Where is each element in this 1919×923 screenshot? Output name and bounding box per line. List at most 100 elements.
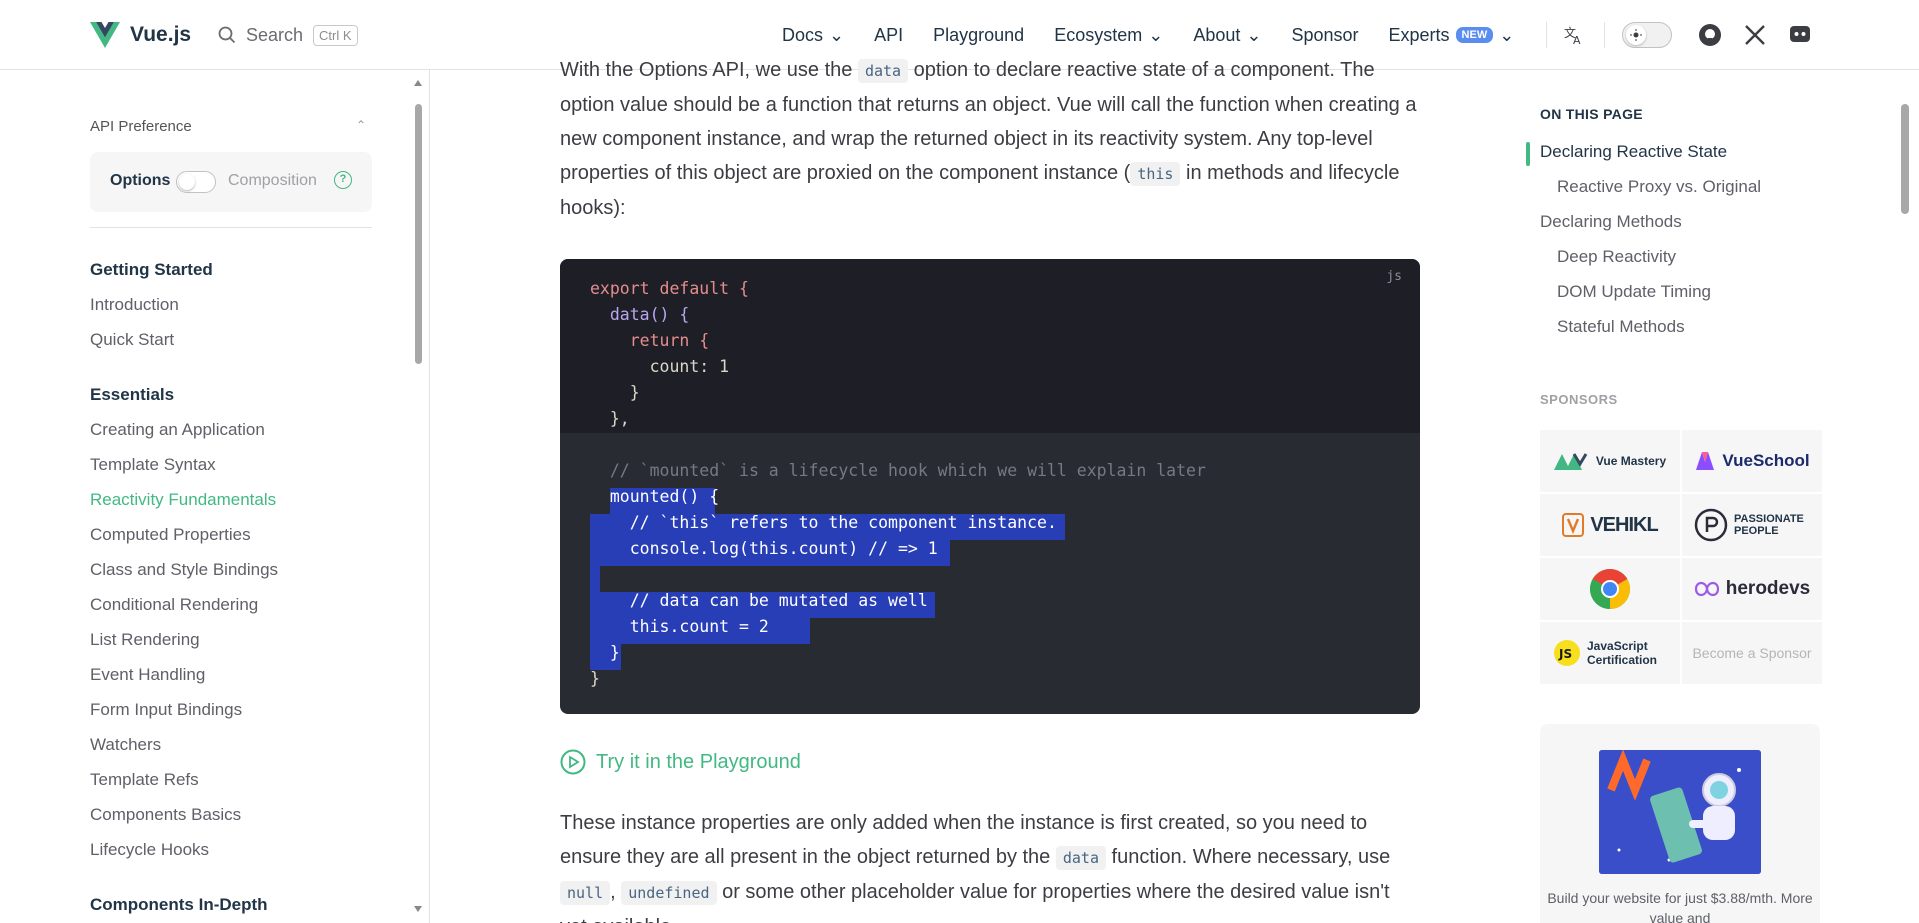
sidebar-item-template-syntax[interactable]: Template Syntax: [90, 455, 216, 475]
search-label: Search: [246, 24, 304, 45]
sidebar-item-components-basics[interactable]: Components Basics: [90, 805, 241, 825]
x-link[interactable]: [1742, 22, 1768, 48]
translate-button[interactable]: 文A: [1561, 22, 1587, 48]
scrollbar-thumb[interactable]: [1901, 104, 1909, 214]
nav-experts[interactable]: Experts NEW ⌄: [1389, 25, 1515, 46]
page-scrollbar[interactable]: [1897, 70, 1913, 923]
ad-image[interactable]: [1599, 750, 1761, 874]
sponsor-passionate-people[interactable]: PASSIONATE PEOPLE: [1682, 494, 1822, 556]
options-label[interactable]: Options: [110, 172, 170, 190]
intro-text-1: With the Options API, we use the: [560, 59, 858, 81]
sidebar-item-conditional-rendering[interactable]: Conditional Rendering: [90, 595, 258, 615]
nav-docs-label: Docs: [782, 24, 824, 45]
sidebar-item-lifecycle-hooks[interactable]: Lifecycle Hooks: [90, 840, 209, 860]
scroll-up-icon[interactable]: [413, 78, 423, 88]
api-preference-switch: Options Composition ?: [90, 152, 372, 212]
sidebar-item-list-rendering[interactable]: List Rendering: [90, 630, 200, 650]
outline-item-deep-reactivity[interactable]: Deep Reactivity: [1557, 247, 1676, 267]
outline-item-declaring-methods[interactable]: Declaring Methods: [1540, 212, 1682, 232]
sidebar: API Preference ⌃ Options Composition ? G…: [0, 70, 430, 923]
nav-api[interactable]: API: [874, 25, 903, 46]
sidebar-item-computed-properties[interactable]: Computed Properties: [90, 525, 251, 545]
sidebar-item-form-input-bindings[interactable]: Form Input Bindings: [90, 700, 242, 720]
code-line: this.count = 2: [590, 617, 769, 636]
section-getting-started: Getting Started: [90, 260, 213, 279]
become-a-sponsor-label: Become a Sponsor: [1692, 645, 1812, 661]
api-style-toggle[interactable]: [176, 171, 216, 193]
sponsor-javascript-certification[interactable]: JS JavaScript Certification: [1540, 622, 1680, 684]
vehikl-logo-icon: [1562, 513, 1585, 537]
advertisement[interactable]: Build your website for just $3.88/mth. M…: [1540, 724, 1820, 923]
outline-item-dom-update-timing[interactable]: DOM Update Timing: [1557, 282, 1711, 302]
outline-item-declaring-reactive-state[interactable]: Declaring Reactive State: [1540, 142, 1727, 162]
sponsor-herodevs[interactable]: herodevs: [1682, 558, 1822, 620]
code-block[interactable]: js export default { data() { return { co…: [560, 259, 1420, 714]
sidebar-item-watchers[interactable]: Watchers: [90, 735, 161, 755]
ad-text: Build your website for just $3.88/mth. M…: [1547, 890, 1813, 923]
theme-toggle[interactable]: [1622, 22, 1672, 48]
code-line: return {: [590, 331, 710, 350]
discord-link[interactable]: [1787, 22, 1813, 48]
nav-ecosystem[interactable]: Ecosystem ⌄: [1054, 25, 1163, 46]
sidebar-item-template-refs[interactable]: Template Refs: [90, 770, 199, 790]
outro-text-3: ,: [610, 881, 622, 903]
sidebar-item-reactivity-fundamentals[interactable]: Reactivity Fundamentals: [90, 490, 276, 510]
code-line: }: [590, 643, 620, 662]
playground-link[interactable]: Try it in the Playground: [560, 749, 801, 775]
chevron-down-icon: ⌄: [1148, 24, 1164, 45]
sponsor-vueschool[interactable]: VueSchool: [1682, 430, 1822, 492]
inline-code-this: this: [1130, 162, 1181, 186]
become-a-sponsor-link[interactable]: Become a Sponsor: [1682, 622, 1822, 684]
code-line: // `mounted` is a lifecycle hook which w…: [590, 461, 1206, 480]
outline-item-reactive-proxy[interactable]: Reactive Proxy vs. Original: [1557, 177, 1761, 197]
code-line: data() {: [590, 305, 690, 324]
nav-sponsor[interactable]: Sponsor: [1291, 25, 1358, 46]
outline-item-stateful-methods[interactable]: Stateful Methods: [1557, 317, 1685, 337]
svg-text:JS: JS: [1558, 647, 1572, 661]
translate-icon: 文A: [1564, 25, 1581, 46]
sidebar-item-creating-an-application[interactable]: Creating an Application: [90, 420, 265, 440]
chevron-up-icon[interactable]: ⌃: [356, 118, 366, 132]
nav-about[interactable]: About ⌄: [1193, 25, 1261, 46]
nav-ecosystem-label: Ecosystem: [1054, 24, 1143, 45]
nav-docs[interactable]: Docs ⌄: [782, 25, 844, 46]
vue-logo-icon: [90, 22, 120, 48]
code-line: export default {: [590, 276, 749, 302]
code-language-label: js: [1386, 269, 1402, 284]
sidebar-item-introduction[interactable]: Introduction: [90, 295, 179, 315]
nav-about-label: About: [1193, 24, 1241, 45]
search-icon: [218, 26, 236, 44]
sponsor-name: Vue Mastery: [1595, 454, 1667, 468]
code-line: // `this` refers to the component instan…: [590, 513, 1057, 532]
sponsor-vehikl[interactable]: VEHIKL: [1540, 494, 1680, 556]
inline-code-data: data: [1055, 846, 1106, 870]
sidebar-item-class-and-style-bindings[interactable]: Class and Style Bindings: [90, 560, 278, 580]
code-line: // data can be mutated as well: [590, 591, 928, 610]
scrollbar-thumb[interactable]: [415, 104, 422, 364]
sponsor-chrome[interactable]: [1540, 558, 1680, 620]
play-circle-icon: [560, 749, 586, 775]
divider: [90, 227, 372, 228]
outro-text-2: function. Where necessary, use: [1105, 846, 1391, 868]
sidebar-scrollbar[interactable]: [410, 78, 426, 916]
composition-label[interactable]: Composition: [228, 172, 317, 190]
nav-divider: [1546, 22, 1547, 48]
playground-link-label: Try it in the Playground: [596, 750, 801, 773]
sidebar-item-quick-start[interactable]: Quick Start: [90, 330, 174, 350]
nav-playground[interactable]: Playground: [933, 25, 1024, 46]
help-icon[interactable]: ?: [334, 171, 352, 189]
vue-mastery-logo-icon: [1553, 453, 1588, 470]
sidebar-item-event-handling[interactable]: Event Handling: [90, 665, 205, 685]
sponsor-name: VueSchool: [1722, 451, 1810, 470]
github-link[interactable]: [1697, 22, 1723, 48]
code-line: }: [590, 669, 600, 688]
brand-link[interactable]: Vue.js: [90, 20, 191, 50]
outline-active-marker: [1526, 142, 1530, 166]
scroll-down-icon[interactable]: [413, 904, 423, 914]
search-button[interactable]: Search Ctrl K: [218, 21, 358, 49]
brand-name: Vue.js: [130, 23, 192, 46]
vueschool-logo-icon: [1696, 452, 1715, 470]
nav-divider: [1604, 22, 1605, 48]
code-line: },: [590, 409, 630, 428]
sponsor-vue-mastery[interactable]: Vue Mastery: [1540, 430, 1680, 492]
